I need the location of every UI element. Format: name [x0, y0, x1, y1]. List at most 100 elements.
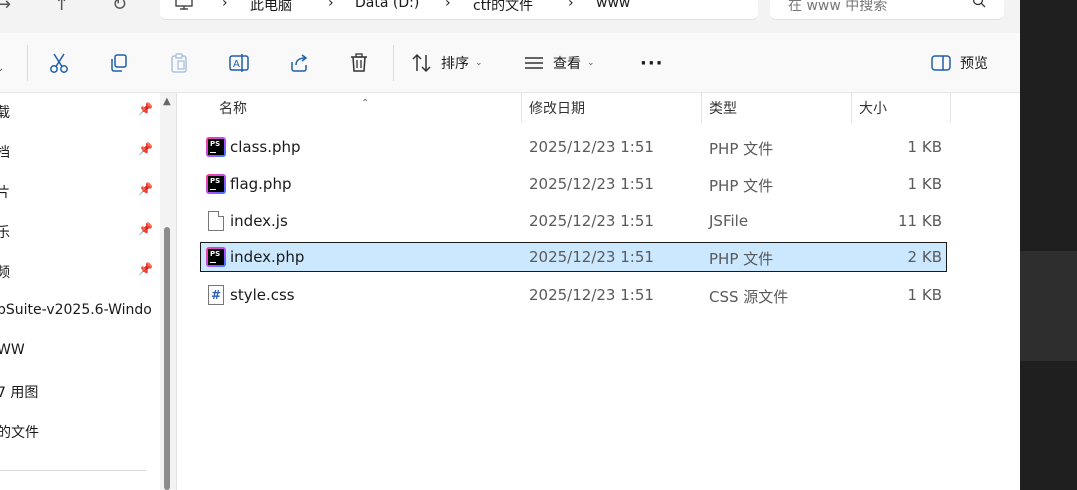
file-icon	[206, 211, 226, 231]
chevron-down-icon: ⌄	[587, 58, 595, 68]
file-type: PHP 文件	[709, 140, 774, 158]
svg-text:A: A	[233, 59, 240, 70]
scissors-icon	[50, 53, 68, 73]
sidebar-item-music[interactable]: 乐 📌	[0, 219, 160, 243]
pin-icon: 📌	[138, 222, 153, 236]
pin-icon: 📌	[138, 102, 153, 116]
file-size: 1 KB	[907, 286, 942, 304]
trash-icon	[351, 53, 367, 72]
column-header-size[interactable]: 大小	[859, 98, 887, 118]
column-header-type[interactable]: 类型	[709, 98, 737, 118]
view-button[interactable]: 查看 ⌄	[523, 50, 595, 76]
column-divider	[701, 93, 702, 123]
search-box[interactable]: 在 www 中搜索	[770, 0, 1004, 20]
sidebar-item-downloads[interactable]: 载 📌	[0, 99, 160, 123]
breadcrumb-separator: ›	[328, 0, 334, 11]
scrollbar-thumb[interactable]	[164, 227, 170, 490]
sort-label: 排序	[441, 56, 469, 72]
file-modified: 2025/12/23 1:51	[529, 212, 654, 230]
file-type: CSS 源文件	[709, 288, 789, 306]
scroll-up-arrow-icon[interactable]: ▲	[163, 96, 171, 107]
sort-ascending-icon: ⌃	[361, 98, 370, 109]
more-button[interactable]: ···	[640, 50, 664, 76]
sidebar-item-www[interactable]: WW	[0, 339, 160, 363]
file-row-class-php[interactable]: PS class.php 2025/12/23 1:51 PHP 文件 1 KB	[200, 132, 947, 162]
phpstorm-icon: PS	[206, 247, 226, 267]
nav-scrollbar[interactable]: ▲	[160, 93, 176, 490]
breadcrumb-separator: ›	[445, 0, 451, 11]
up-arrow-icon[interactable]: ↑	[54, 0, 69, 20]
sidebar-item-documents[interactable]: 档 📌	[0, 139, 160, 163]
file-name: index.js	[230, 212, 288, 230]
copy-icon	[111, 54, 127, 72]
computer-icon	[174, 0, 194, 15]
rename-icon: A	[229, 54, 249, 72]
preview-pane-icon	[931, 55, 951, 71]
file-name: flag.php	[230, 175, 292, 193]
refresh-icon[interactable]: ↻	[112, 0, 127, 20]
sidebar-item-burpsuite-folder[interactable]: pSuite-v2025.6-Windo	[0, 299, 160, 323]
file-row-index-php[interactable]: PS index.php 2025/12/23 1:51 PHP 文件 2 KB	[200, 242, 947, 272]
rename-button[interactable]: A	[228, 50, 250, 76]
share-button[interactable]	[288, 50, 310, 76]
search-input[interactable]: 在 www 中搜索	[788, 0, 887, 15]
navigation-pane: 载 📌 档 📌 片 📌 乐 📌 频 📌 pSuite-v2025.6-Windo WW 7…	[0, 93, 160, 490]
delete-button[interactable]	[348, 50, 370, 76]
column-header-row: 名称 ⌃ 修改日期 类型 大小	[177, 93, 1020, 123]
file-size: 1 KB	[907, 138, 942, 156]
file-modified: 2025/12/23 1:51	[529, 286, 654, 304]
nav-divider	[0, 470, 146, 471]
sidebar-item-images-folder[interactable]: 7 用图	[0, 379, 160, 403]
toolbar-divider	[393, 45, 394, 81]
copy-button[interactable]	[108, 50, 130, 76]
phpstorm-icon: PS	[206, 137, 226, 157]
sidebar-item-videos[interactable]: 频 📌	[0, 259, 160, 283]
file-type: PHP 文件	[709, 177, 774, 195]
sort-icon	[412, 53, 431, 73]
more-icon: ···	[640, 52, 664, 74]
file-name: index.php	[230, 248, 305, 266]
column-header-name[interactable]: 名称	[219, 98, 247, 118]
file-name: style.css	[230, 286, 295, 304]
file-row-style-css[interactable]: # style.css 2025/12/23 1:51 CSS 源文件 1 KB	[200, 280, 947, 310]
share-icon	[291, 54, 308, 72]
breadcrumb-item-drive[interactable]: Data (D:)	[355, 0, 419, 11]
preview-button[interactable]: 预览	[930, 50, 988, 76]
cut-button[interactable]	[48, 50, 70, 76]
column-divider	[950, 93, 951, 123]
file-row-index-js[interactable]: index.js 2025/12/23 1:51 JSFile 11 KB	[200, 206, 947, 236]
paste-button[interactable]	[168, 50, 190, 76]
file-modified: 2025/12/23 1:51	[529, 138, 654, 156]
file-type: PHP 文件	[709, 250, 774, 268]
forward-arrow-icon[interactable]: →	[0, 0, 11, 20]
file-size: 11 KB	[898, 212, 942, 230]
search-icon	[972, 0, 986, 12]
chevron-down-icon: ⌄	[475, 58, 483, 68]
sidebar-item-ctf-files[interactable]: 的文件	[0, 419, 160, 443]
background-window	[1020, 0, 1077, 490]
background-window-panel	[1020, 251, 1077, 361]
address-bar[interactable]: › 此电脑 › Data (D:) › ctf的文件 › www	[160, 0, 758, 20]
file-type: JSFile	[709, 212, 749, 230]
file-modified: 2025/12/23 1:51	[529, 248, 654, 266]
breadcrumb-separator: ›	[568, 0, 574, 11]
file-name: class.php	[230, 138, 301, 156]
pin-icon: 📌	[138, 182, 153, 196]
clipboard-icon	[171, 53, 187, 73]
breadcrumb-item-ctf-folder[interactable]: ctf的文件	[473, 0, 533, 15]
css-file-icon: #	[206, 285, 226, 305]
sort-button[interactable]: 排序 ⌄	[411, 50, 483, 76]
breadcrumb-item-www[interactable]: www	[596, 0, 630, 11]
list-view-icon	[525, 57, 543, 69]
column-header-modified[interactable]: 修改日期	[529, 98, 585, 118]
file-size: 2 KB	[907, 248, 942, 266]
sidebar-item-pictures[interactable]: 片 📌	[0, 179, 160, 203]
chevron-down-icon[interactable]: ⌄	[0, 55, 4, 81]
toolbar-divider	[27, 45, 28, 81]
pin-icon: 📌	[138, 262, 153, 276]
file-modified: 2025/12/23 1:51	[529, 175, 654, 193]
file-list: 名称 ⌃ 修改日期 类型 大小 PS class.php 2025/12/23 …	[177, 93, 1020, 490]
view-label: 查看	[553, 56, 581, 72]
file-row-flag-php[interactable]: PS flag.php 2025/12/23 1:51 PHP 文件 1 KB	[200, 169, 947, 199]
breadcrumb-item-this-pc[interactable]: 此电脑	[250, 0, 292, 15]
